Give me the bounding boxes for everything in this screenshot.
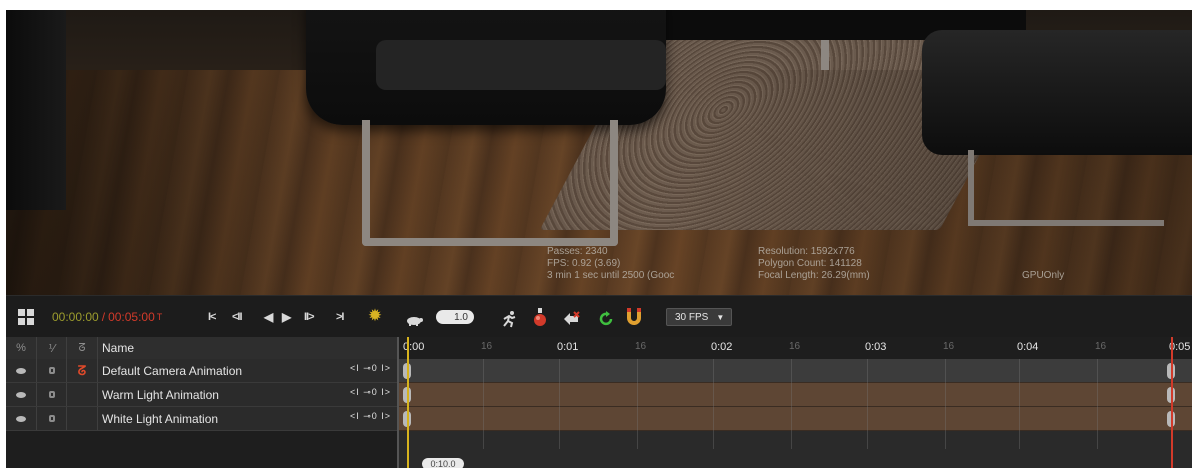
ruler-tick-label: 0:02 [711,341,733,353]
track-list-header: % ⅟ ᘔ Name [6,337,397,360]
track-name: Warm Light Animation [102,387,219,402]
track-name: Default Camera Animation [102,363,243,378]
eye-icon[interactable] [6,359,37,382]
render-ottoman-frame [968,150,1164,226]
grid-line [483,359,484,449]
render-viewport[interactable]: Passes: 2340 FPS: 0.92 (3.69) 3 min 1 se… [6,10,1192,295]
stat-polygon-count: Polygon Count: 141128 [758,258,862,269]
go-to-start-button[interactable]: I< [208,306,217,328]
magnet-icon[interactable] [626,307,642,329]
gear-icon[interactable]: ✹ [366,306,384,325]
next-key-button[interactable]: II> [304,306,315,328]
animation-toolbar: 00:00:00 / 00:05:00 T I< <II ◀ ▶ II> >I … [6,295,1192,338]
previous-key-button[interactable]: <II [232,306,243,328]
ruler-minor-tick: 16 [481,341,493,352]
grid-line [713,359,714,449]
fps-select[interactable]: 30 FPS ▼ [666,308,732,326]
record-key-icon[interactable] [532,307,548,329]
render-ottoman [922,30,1192,155]
key-navigation-icon[interactable]: <I ⊸0 I> [350,387,391,398]
stat-resolution: Resolution: 1592x776 [758,246,855,257]
grid-line [867,359,868,449]
grid-line [559,359,560,449]
play-backward-button[interactable]: ◀ [264,306,273,328]
track-name: White Light Animation [102,411,219,426]
stat-fps: FPS: 0.92 (3.69) [547,258,621,269]
timeline-track-row[interactable] [399,359,1192,383]
ruler-minor-tick: 16 [943,341,955,352]
go-to-end-button[interactable]: >I [336,306,345,328]
stat-passes: Passes: 2340 [547,246,608,257]
time-separator: / [101,310,106,324]
lock-icon[interactable] [37,383,67,406]
playhead[interactable] [407,337,409,468]
ruler-tick-label: 0:04 [1017,341,1039,353]
lock-column-icon[interactable]: ⅟ [37,337,67,359]
runner-icon[interactable] [500,308,518,330]
light-track-icon [67,383,98,406]
lock-icon[interactable] [37,407,67,430]
lock-icon[interactable] [37,359,67,382]
track-row[interactable]: White Light Animation <I ⊸0 I> [6,407,397,431]
render-table-leg [821,40,829,70]
timeline-track-row[interactable] [399,407,1192,431]
timeline-panel[interactable]: 0:00 16 0:01 16 0:02 16 0:03 16 0:04 16 … [397,337,1192,468]
ruler-minor-tick: 16 [789,341,801,352]
light-track-icon [67,407,98,430]
time-suffix: T [156,312,163,322]
type-column-icon[interactable]: ᘔ [67,337,98,359]
track-row[interactable]: ᘔ Default Camera Animation <I ⊸0 I> [6,359,397,383]
timeline-track-row[interactable] [399,383,1192,407]
stat-focal-length: Focal Length: 26.29(mm) [758,270,870,281]
render-stats-right: Resolution: 1592x776 Polygon Count: 1411… [758,246,870,282]
key-navigation-icon[interactable]: <I ⊸0 I> [350,411,391,422]
ruler-minor-tick: 16 [635,341,647,352]
refresh-icon[interactable] [598,308,614,330]
grid-line [637,359,638,449]
track-row[interactable]: Warm Light Animation <I ⊸0 I> [6,383,397,407]
render-armchair-seat [376,40,666,90]
grid-line [1019,359,1020,449]
time-ruler[interactable]: 0:00 16 0:01 16 0:02 16 0:03 16 0:04 16 … [399,337,1192,360]
grid-line [1097,359,1098,449]
track-list: % ⅟ ᘔ Name ᘔ Default Camera Animation <I… [6,337,397,468]
key-navigation-icon[interactable]: <I ⊸0 I> [350,363,391,374]
turtle-icon[interactable] [406,309,424,331]
stat-time-remaining: 3 min 1 sec until 2500 (Gooc [547,270,675,281]
grid-line [945,359,946,449]
ruler-tick-label: 0:03 [865,341,887,353]
ruler-tick-label: 0:01 [557,341,579,353]
app-window: Passes: 2340 FPS: 0.92 (3.69) 3 min 1 se… [6,10,1192,468]
grid-line [791,359,792,449]
chevron-down-icon: ▼ [716,312,725,322]
ruler-minor-tick: 16 [1095,341,1107,352]
render-armchair-frame [362,120,618,246]
eye-icon[interactable] [6,407,37,430]
eye-icon[interactable] [6,383,37,406]
delete-key-icon[interactable] [562,308,580,330]
timecode-display: 00:00:00 / 00:05:00 T [52,306,162,328]
playback-speed-input[interactable]: 1.0 [436,310,474,324]
name-column-header[interactable]: Name [102,337,302,359]
end-marker[interactable] [1171,337,1173,468]
time-end[interactable]: 00:05:00 [108,310,155,324]
visibility-column-icon[interactable]: % [6,337,37,359]
play-button[interactable]: ▶ [282,306,291,328]
render-stats-left: Passes: 2340 FPS: 0.92 (3.69) 3 min 1 se… [547,246,674,282]
timeline-zoom-input[interactable]: 0:10.0 [422,458,464,468]
fps-select-value: 30 FPS [675,311,709,323]
camera-track-icon: ᘔ [67,359,98,382]
layout-grid-icon[interactable] [18,309,34,325]
render-mode: GPUOnly [1022,270,1065,281]
time-current: 00:00:00 [52,310,99,324]
render-dark-sofa [6,10,66,210]
